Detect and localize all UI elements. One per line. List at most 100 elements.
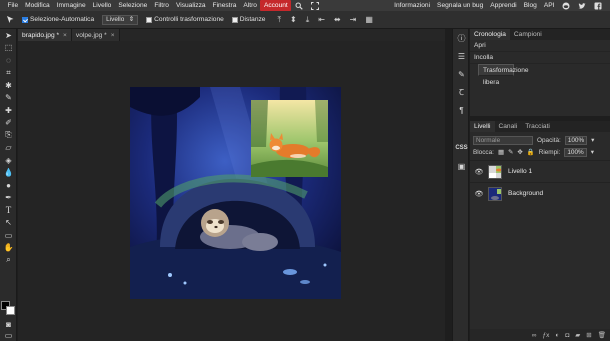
transform-controls-checkbox[interactable]: Controlli trasformazione [146, 16, 224, 23]
eraser-icon[interactable]: ▱ [0, 142, 17, 155]
image-icon[interactable]: ▣ [453, 157, 470, 175]
menu-informazioni[interactable]: Informazioni [391, 0, 434, 11]
folder-icon[interactable]: ▰ [575, 331, 580, 339]
canvas-image[interactable] [130, 87, 341, 299]
fill-label: Riempi: [538, 148, 561, 156]
align-top-icon[interactable]: ⤒ [277, 15, 281, 25]
tab-volpe[interactable]: volpe.jpg * × [71, 29, 120, 41]
reddit-icon[interactable] [562, 2, 570, 10]
fill-input[interactable]: 100% [564, 147, 587, 157]
close-icon[interactable]: × [111, 32, 115, 39]
align-right-icon[interactable]: ⇥ [350, 15, 357, 24]
menu-segnala-bug[interactable]: Segnala un bug [434, 0, 487, 11]
align-hcenter-icon[interactable]: ⬌ [334, 15, 341, 24]
dodge-icon[interactable]: ● [0, 179, 17, 192]
twitter-icon[interactable] [578, 2, 586, 10]
auto-select-checkbox[interactable]: Selezione-Automatica [22, 16, 94, 23]
opacity-input[interactable]: 100% [564, 135, 588, 145]
lock-all-icon[interactable]: 🔒 [527, 148, 535, 156]
eyedropper-icon[interactable]: ✎ [0, 92, 17, 105]
align-bottom-icon[interactable]: ⤓ [306, 15, 310, 25]
trash-icon[interactable]: 🗑 [598, 331, 606, 339]
search-icon[interactable] [295, 2, 303, 10]
lasso-icon[interactable]: ◌ [0, 54, 17, 67]
align-left-icon[interactable]: ⇤ [318, 15, 325, 24]
menu-altro[interactable]: Altro [240, 0, 261, 11]
layer-name[interactable]: Livello 1 [508, 168, 532, 175]
lock-transparency-icon[interactable]: ▦ [498, 148, 504, 156]
layer-name[interactable]: Background [508, 190, 543, 197]
move-icon[interactable]: ➤ [0, 29, 17, 42]
link-icon[interactable]: ∞ [532, 332, 537, 339]
align-vcenter-icon[interactable]: ⬍ [290, 15, 297, 24]
zoom-icon[interactable]: ⌕ [0, 254, 17, 267]
pen-icon[interactable]: ✒ [0, 192, 17, 205]
menu-modifica[interactable]: Modifica [22, 0, 54, 11]
tab-brapido[interactable]: brapido.jpg * × [18, 29, 72, 41]
menu-livello[interactable]: Livello [89, 0, 115, 11]
eye-icon[interactable]: 👁 [474, 190, 484, 198]
background-color[interactable] [6, 306, 15, 315]
menu-api[interactable]: API [540, 0, 558, 11]
history-item[interactable]: Apri [470, 40, 610, 52]
hand-icon[interactable]: ✋ [0, 242, 17, 255]
tab-livelli[interactable]: Livelli [470, 121, 495, 132]
color-swatches[interactable] [1, 301, 16, 317]
target-select[interactable]: Livello ⇕ [102, 14, 139, 25]
layer-row[interactable]: 👁 Livello 1 [470, 160, 610, 182]
properties-icon[interactable]: ☰ [453, 47, 470, 65]
info-icon[interactable]: ⓘ [453, 29, 470, 47]
tab-canali[interactable]: Canali [495, 121, 522, 132]
chevron-down-icon[interactable]: ▾ [591, 148, 594, 156]
checkbox-checked-icon [22, 16, 28, 23]
history-item[interactable]: Trasformazione libera [478, 64, 529, 86]
grid-arrange-icon[interactable]: ▦ [365, 15, 373, 24]
canvas-area[interactable] [18, 41, 445, 341]
menu-blog[interactable]: Blog [520, 0, 540, 11]
marquee-icon[interactable]: ⬚ [0, 42, 17, 55]
menu-apprendi[interactable]: Apprendi [487, 0, 520, 11]
effects-icon[interactable]: ƒx [543, 332, 550, 339]
lock-position-icon[interactable]: ✥ [517, 148, 522, 156]
chevron-down-icon[interactable]: ▾ [591, 136, 594, 144]
distances-checkbox[interactable]: Distanze [231, 16, 265, 23]
menu-visualizza[interactable]: Visualizza [172, 0, 209, 11]
menu-finestra[interactable]: Finestra [209, 0, 240, 11]
shape-icon[interactable]: ▭ [0, 229, 17, 242]
tab-campioni[interactable]: Campioni [510, 29, 546, 40]
move-tool-icon[interactable] [4, 14, 16, 26]
history-item[interactable]: Incolla [470, 52, 610, 64]
quick-select-icon[interactable]: ✱ [0, 79, 17, 92]
lock-pixels-icon[interactable]: ✎ [508, 148, 513, 156]
fullscreen-icon[interactable] [311, 1, 320, 10]
character-icon[interactable]: Ꞇ [453, 83, 470, 101]
type-icon[interactable]: T [0, 204, 17, 217]
menu-immagine[interactable]: Immagine [53, 0, 89, 11]
layer-row[interactable]: 👁 Background [470, 182, 610, 204]
facebook-icon[interactable] [594, 2, 602, 10]
css-icon[interactable]: CSS [453, 139, 470, 157]
menu-filtro[interactable]: Filtro [151, 0, 173, 11]
tab-cronologia[interactable]: Cronologia [470, 29, 510, 40]
crop-icon[interactable]: ⌗ [0, 67, 17, 80]
layer-thumbnail [488, 164, 502, 179]
menu-selezione[interactable]: Selezione [115, 0, 151, 11]
brush-icon[interactable]: ✐ [0, 117, 17, 130]
new-layer-icon[interactable]: ⊞ [586, 331, 591, 339]
path-select-icon[interactable]: ↖ [0, 217, 17, 230]
eye-icon[interactable]: 👁 [474, 168, 484, 176]
paragraph-icon[interactable]: ¶ [453, 101, 470, 119]
brush-settings-icon[interactable]: ✎ [453, 65, 470, 83]
tab-tracciati[interactable]: Tracciati [521, 121, 554, 132]
account-button[interactable]: Account [260, 0, 292, 11]
close-icon[interactable]: × [63, 32, 67, 39]
paint-bucket-icon[interactable]: ◈ [0, 154, 17, 167]
menu-file[interactable]: File [4, 0, 22, 11]
healing-brush-icon[interactable]: ✚ [0, 104, 17, 117]
clone-stamp-icon[interactable]: ⎘ [0, 129, 17, 142]
mask-icon[interactable]: ◘ [565, 332, 569, 339]
blur-icon[interactable]: 💧 [0, 167, 17, 180]
adjustment-icon[interactable]: ◐ [555, 332, 559, 339]
screen-mode-icon[interactable]: ▭ [0, 329, 17, 341]
blend-mode-select[interactable]: Normale [473, 135, 533, 145]
